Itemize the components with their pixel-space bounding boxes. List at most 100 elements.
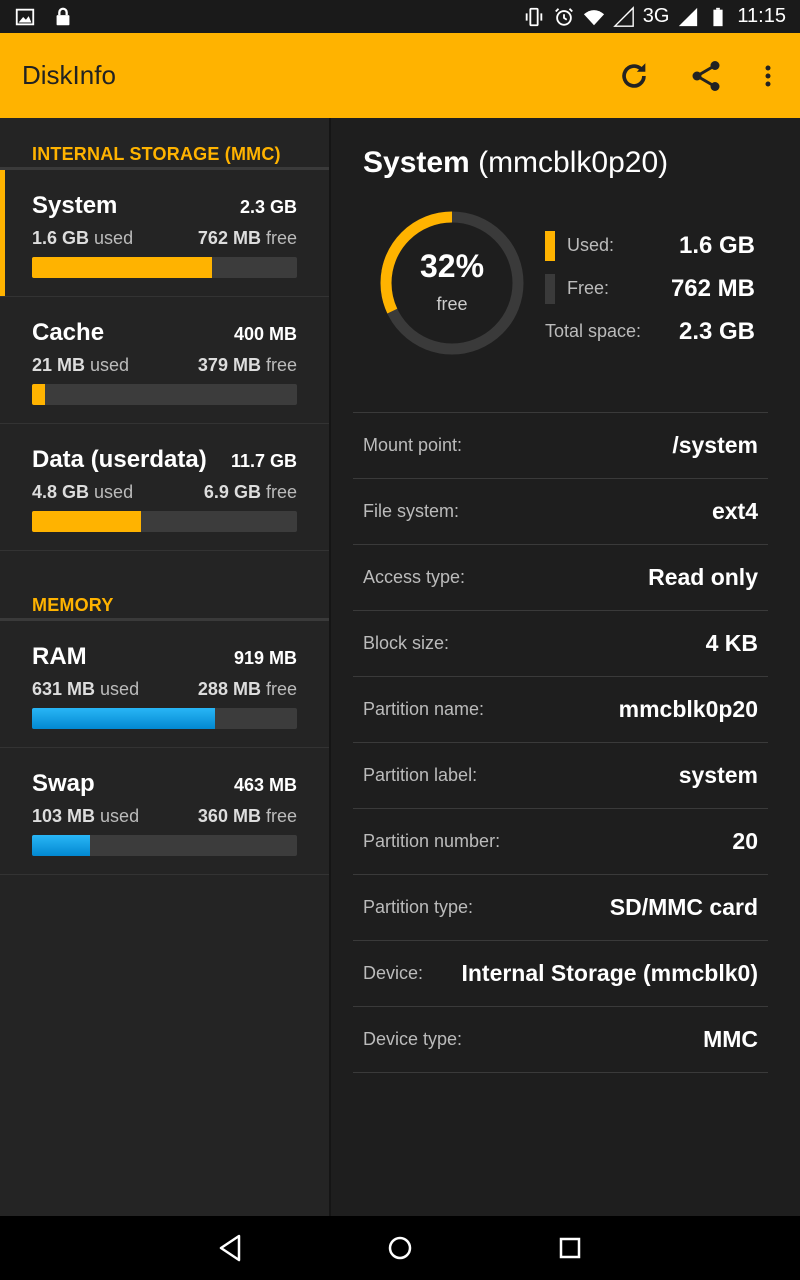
legend-used: Used: 1.6 GB [545, 224, 755, 267]
storage-item-data[interactable]: Data (userdata) 11.7 GB 4.8 GB used 6.9 … [0, 424, 329, 551]
detail-title: System (mmcblk0p20) [363, 146, 669, 179]
wifi-icon [583, 9, 604, 25]
usage-bar [32, 384, 297, 405]
app-title: DiskInfo [22, 60, 116, 90]
property-label: Device type: [363, 1029, 463, 1049]
memory-section-header: MEMORY [0, 561, 329, 621]
donut-label: free [436, 294, 468, 314]
signal-empty-icon [612, 5, 634, 27]
refresh-button[interactable] [614, 56, 654, 96]
item-total: 11.7 GB [230, 451, 297, 471]
status-bar: 3G 11:15 [0, 0, 800, 33]
usage-bar [32, 257, 297, 278]
property-label: Partition name: [363, 699, 485, 719]
property-label: Block size: [363, 633, 450, 653]
legend-free-value: 762 MB [670, 274, 755, 302]
home-icon[interactable] [382, 1230, 418, 1266]
share-button[interactable] [686, 56, 726, 96]
usage-fill [32, 384, 46, 405]
recents-icon[interactable] [552, 1230, 588, 1266]
storage-item-system[interactable]: System 2.3 GB 1.6 GB used 762 MB free [0, 170, 329, 297]
property-list: Mount point: /system File system: ext4 Acc… [353, 412, 768, 1073]
item-free: 6.9 GB free [203, 482, 297, 502]
property-label: Partition type: [363, 897, 474, 917]
property-row: Block size: 4 KB [353, 611, 768, 677]
property-row: Partition name: mmcblk0p20 [353, 677, 768, 743]
property-row: Partition label: system [353, 743, 768, 809]
item-free: 762 MB free [197, 228, 297, 248]
property-value: /system [672, 432, 758, 458]
donut-percent: 32% [419, 248, 485, 284]
item-name: Data (userdata) [32, 446, 207, 473]
property-row: Device: Internal Storage (mmcblk0) [353, 941, 768, 1007]
storage-item-cache[interactable]: Cache 400 MB 21 MB used 379 MB free [0, 297, 329, 424]
refresh-icon [622, 62, 646, 88]
more-options-button[interactable] [758, 56, 778, 96]
property-row: Partition number: 20 [353, 809, 768, 875]
item-total: 919 MB [233, 648, 297, 668]
property-value: system [678, 762, 758, 788]
item-used: 21 MB used [32, 355, 130, 375]
memory-item-ram[interactable]: RAM 919 MB 631 MB used 288 MB free [0, 621, 329, 748]
property-row: Mount point: /system [353, 413, 768, 479]
property-label: Partition number: [363, 831, 501, 851]
property-label: Device: [363, 963, 424, 983]
property-value: 20 [732, 828, 758, 854]
usage-fill [32, 257, 213, 278]
legend-total-label: Total space: [545, 321, 642, 341]
partition-detail: System (mmcblk0p20) 32% free Used: 1.6 G… [331, 118, 800, 1216]
item-free: 379 MB free [197, 355, 297, 375]
item-total: 400 MB [233, 324, 297, 344]
usage-fill [32, 511, 141, 532]
image-notification-icon [15, 8, 35, 25]
back-icon[interactable] [212, 1230, 248, 1266]
usage-bar [32, 835, 297, 856]
partition-list: INTERNAL STORAGE (MMC) System 2.3 GB 1.6… [0, 118, 329, 1216]
property-label: Partition label: [363, 765, 478, 785]
memory-item-swap[interactable]: Swap 463 MB 103 MB used 360 MB free [0, 748, 329, 875]
property-value: mmcblk0p20 [618, 696, 758, 722]
alarm-icon [554, 7, 573, 26]
battery-icon [713, 7, 724, 26]
share-icon [692, 60, 720, 91]
item-name: System [32, 192, 118, 219]
item-used: 4.8 GB used [32, 482, 134, 502]
usage-legend: Used: 1.6 GB Free: 762 MB Total space: 2… [545, 224, 755, 353]
property-row: Device type: MMC [353, 1007, 768, 1073]
usage-bar [32, 708, 297, 729]
usage-summary: 32% free Used: 1.6 GB Free: 762 MB Total… [353, 180, 768, 412]
property-value: Internal Storage (mmcblk0) [461, 960, 758, 986]
legend-free: Free: 762 MB [545, 267, 755, 310]
navigation-bar [0, 1216, 800, 1280]
vibrate-icon [525, 7, 542, 26]
item-total: 463 MB [233, 775, 297, 795]
storage-section-header: INTERNAL STORAGE (MMC) [0, 118, 329, 170]
property-value: 4 KB [705, 630, 758, 656]
property-value: Read only [648, 564, 758, 590]
item-free: 360 MB free [197, 806, 297, 826]
item-used: 631 MB used [32, 679, 140, 699]
usage-bar [32, 511, 297, 532]
property-value: SD/MMC card [609, 894, 758, 920]
free-swatch [545, 273, 555, 304]
property-row: Partition type: SD/MMC card [353, 875, 768, 941]
clock: 11:15 [737, 5, 786, 27]
item-total: 2.3 GB [239, 197, 297, 217]
item-name: Cache [32, 319, 105, 346]
item-name: RAM [32, 643, 87, 670]
property-value: MMC [703, 1026, 758, 1052]
item-used: 103 MB used [32, 806, 140, 826]
property-row: File system: ext4 [353, 479, 768, 545]
legend-total-value: 2.3 GB [678, 317, 755, 345]
item-name: Swap [32, 770, 95, 797]
property-label: Access type: [363, 567, 466, 587]
legend-used-label: Used: [567, 235, 615, 255]
property-label: Mount point: [363, 435, 463, 455]
signal-icon [679, 7, 698, 26]
item-used: 1.6 GB used [32, 228, 134, 248]
legend-total: Total space: 2.3 GB [545, 310, 755, 353]
legend-used-value: 1.6 GB [678, 231, 755, 259]
item-free: 288 MB free [197, 679, 297, 699]
more-vert-icon [765, 65, 771, 86]
used-swatch [545, 230, 555, 261]
